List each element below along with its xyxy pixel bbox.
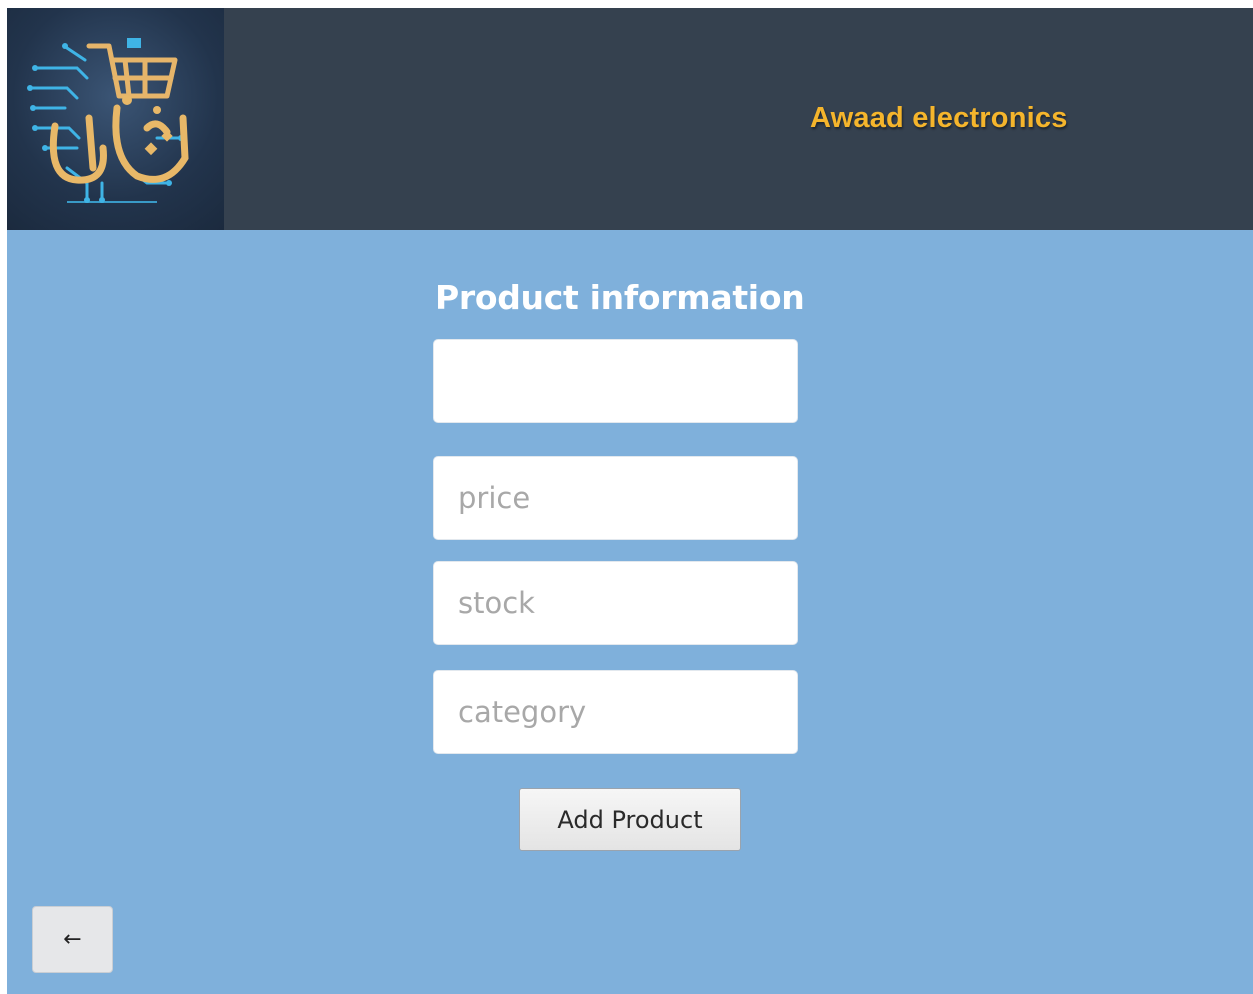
back-button[interactable]: ← [32,906,113,973]
shopping-cart-circuit-logo-icon [27,38,189,203]
add-product-button[interactable]: Add Product [519,788,741,851]
stock-input[interactable] [433,561,798,645]
product-name-input[interactable] [433,339,798,423]
arrow-left-icon: ← [63,927,82,952]
app-window: Awaad electronics Product information Ad… [7,8,1253,994]
brand-name: Awaad electronics [810,102,1068,134]
category-input[interactable] [433,670,798,754]
header-bar: Awaad electronics [7,8,1253,230]
price-input[interactable] [433,456,798,540]
logo [7,8,224,230]
page-title: Product information [435,278,805,317]
